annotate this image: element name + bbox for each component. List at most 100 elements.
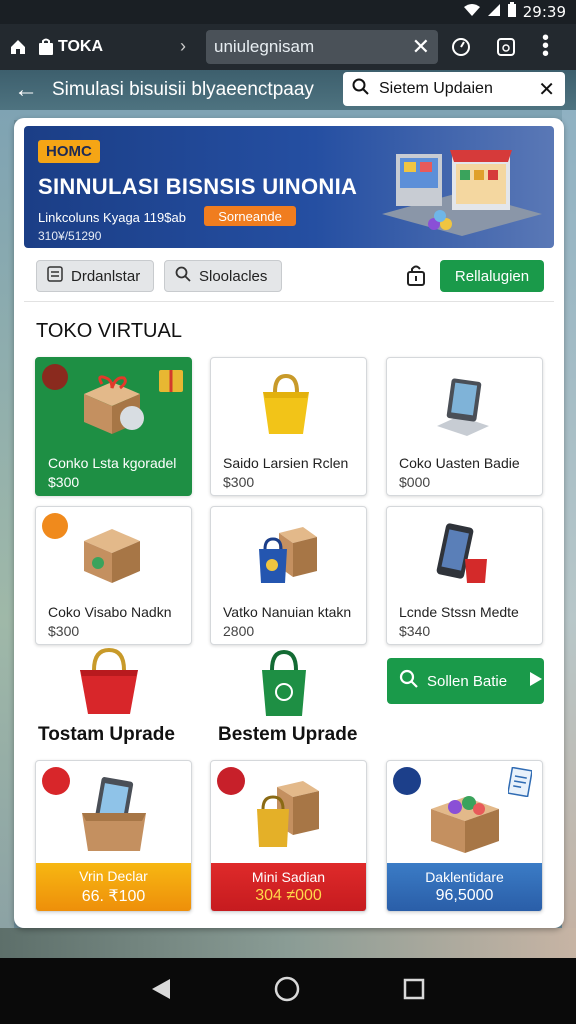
signal-icon	[487, 3, 501, 21]
tabs-icon[interactable]	[495, 36, 517, 63]
search-input[interactable]: Sietem Updaien ✕	[343, 72, 565, 106]
upgrade-title-middle: Bestem Uprade	[218, 724, 358, 745]
gift-tag-icon	[157, 362, 185, 399]
search-icon	[175, 266, 191, 286]
back-icon[interactable]	[150, 977, 172, 1006]
search-text: Sietem Updaien	[379, 80, 493, 97]
product-tile[interactable]: Coko Uasten Badie $000	[386, 357, 543, 496]
upgrade-title-left: Tostam Uprade	[38, 724, 175, 745]
tile-name: Saido Larsien Rclen	[223, 455, 349, 471]
dashboard-label: Drdanlstar	[71, 267, 141, 285]
shop-bag-icon	[36, 38, 56, 56]
banner-title: SINNULASI BISNSIS UINONIA	[38, 174, 358, 199]
gift-box-icon	[76, 370, 146, 445]
red-basket-icon	[74, 646, 144, 723]
url-input[interactable]: uniulegnisam ✕	[206, 30, 438, 64]
wifi-icon	[463, 3, 481, 21]
search-icon	[399, 669, 419, 693]
clock: 29:39	[522, 3, 566, 21]
status-bar: 29:39	[0, 0, 576, 24]
close-icon[interactable]: ✕	[538, 77, 555, 102]
promo-footer: Daklentidare 96,5000	[387, 863, 542, 911]
product-tile[interactable]: Saido Larsien Rclen $300	[210, 357, 367, 496]
tile-name: Conko Lsta kgoradel	[48, 455, 177, 471]
bag-and-box-icon	[251, 519, 321, 594]
url-text: uniulegnisam	[214, 37, 315, 56]
tile-name: Coko Visabo Nadkn	[48, 604, 172, 620]
green-bag-icon	[254, 646, 314, 723]
clear-url-icon[interactable]: ✕	[412, 34, 430, 60]
more-vert-icon[interactable]: • • •	[542, 28, 549, 64]
back-arrow-icon[interactable]: ←	[0, 76, 52, 104]
dashboard-button[interactable]: Drdanlstar	[36, 260, 154, 292]
promo-value: 304 ≠000	[255, 887, 322, 904]
hero-banner[interactable]: HOMC SINNULASI BISNSIS UINONIA Linkcolun…	[24, 126, 554, 248]
battery-icon	[507, 2, 517, 22]
home-circle-icon[interactable]	[273, 975, 301, 1008]
product-tile[interactable]: Coko Visabo Nadkn $300	[35, 506, 192, 645]
promo-card[interactable]: Vrin Declar 66. ₹100	[35, 760, 192, 912]
home-badge[interactable]: HOMC	[38, 140, 100, 163]
tile-name: Coko Uasten Badie	[399, 455, 520, 471]
avatar-icon	[393, 767, 421, 795]
avatar-icon	[42, 364, 68, 390]
tile-price: $000	[399, 474, 431, 490]
tile-name: Lcnde Stssn Medte	[399, 604, 519, 620]
tab-title[interactable]: TOKA	[58, 38, 154, 56]
search-label: Sloolacles	[199, 267, 268, 285]
play-arrow-icon	[529, 671, 543, 691]
chevron-right-icon[interactable]: ›	[180, 36, 186, 57]
background-bottom	[0, 928, 576, 958]
banner-code: 310¥/51290	[38, 229, 102, 243]
product-tile[interactable]: Lcnde Stssn Medte $340	[386, 506, 543, 645]
search-button[interactable]: Sloolacles	[164, 260, 282, 292]
tile-price: 2800	[223, 623, 255, 639]
badge-icon	[42, 767, 70, 795]
browser-bar: TOKA › uniulegnisam ✕ • • •	[0, 24, 576, 70]
list-icon	[47, 266, 63, 286]
lock-icon[interactable]	[406, 264, 426, 292]
promo-footer: Mini Sadian 304 ≠000	[211, 863, 366, 911]
recents-icon[interactable]	[402, 977, 426, 1006]
promo-value: 66. ₹100	[81, 888, 146, 905]
product-tile[interactable]: Conko Lsta kgoradel $300	[35, 357, 192, 496]
tile-price: $300	[48, 474, 80, 490]
toolbar: Drdanlstar Sloolacles Rellalugien	[24, 250, 554, 302]
promo-card[interactable]: Daklentidare 96,5000	[386, 760, 543, 912]
promo-name: Daklentidare	[425, 869, 504, 885]
phone-bag-icon	[427, 519, 497, 594]
package-icon	[76, 519, 146, 594]
badge-icon	[217, 767, 245, 795]
tablet-stand-icon	[427, 370, 497, 445]
product-tile[interactable]: Vatko Nanuian ktakn 2800	[210, 506, 367, 645]
tile-price: $300	[48, 623, 80, 639]
receipt-icon	[507, 766, 533, 802]
section-title: TOKO VIRTUAL	[36, 320, 182, 342]
shopping-bag-icon	[251, 370, 321, 445]
reload-button[interactable]: Rellalugien	[440, 260, 544, 292]
tile-name: Vatko Nanuian ktakn	[223, 604, 352, 620]
store-illustration	[372, 132, 552, 248]
promo-value: 96,5000	[435, 887, 494, 904]
badge-icon	[42, 513, 68, 539]
search-icon	[343, 78, 379, 101]
solve-button[interactable]: Sollen Batie	[387, 658, 544, 704]
banner-subtitle: Linkcoluns Kyaga 119$ab	[38, 210, 186, 225]
system-nav-bar	[0, 958, 576, 1024]
promo-card[interactable]: Mini Sadian 304 ≠000	[210, 760, 367, 912]
home-icon[interactable]	[0, 24, 36, 70]
promo-name: Vrin Declar	[79, 868, 148, 884]
background-right	[562, 110, 576, 960]
tile-price: $300	[223, 474, 255, 490]
solve-label: Sollen Batie	[427, 672, 508, 690]
box-tablet-icon	[76, 773, 152, 858]
bag-box-icon	[251, 773, 327, 858]
promo-footer: Vrin Declar 66. ₹100	[36, 863, 191, 911]
promo-name: Mini Sadian	[251, 869, 326, 885]
page-title: Simulasi bisuisii blyaeenctpaay	[52, 79, 314, 100]
banner-button[interactable]: Sorneande	[204, 206, 296, 226]
main-card: HOMC SINNULASI BISNSIS UINONIA Linkcolun…	[14, 118, 564, 928]
speed-icon[interactable]	[450, 36, 472, 63]
open-box-icon	[423, 779, 507, 860]
background-left	[0, 110, 14, 960]
